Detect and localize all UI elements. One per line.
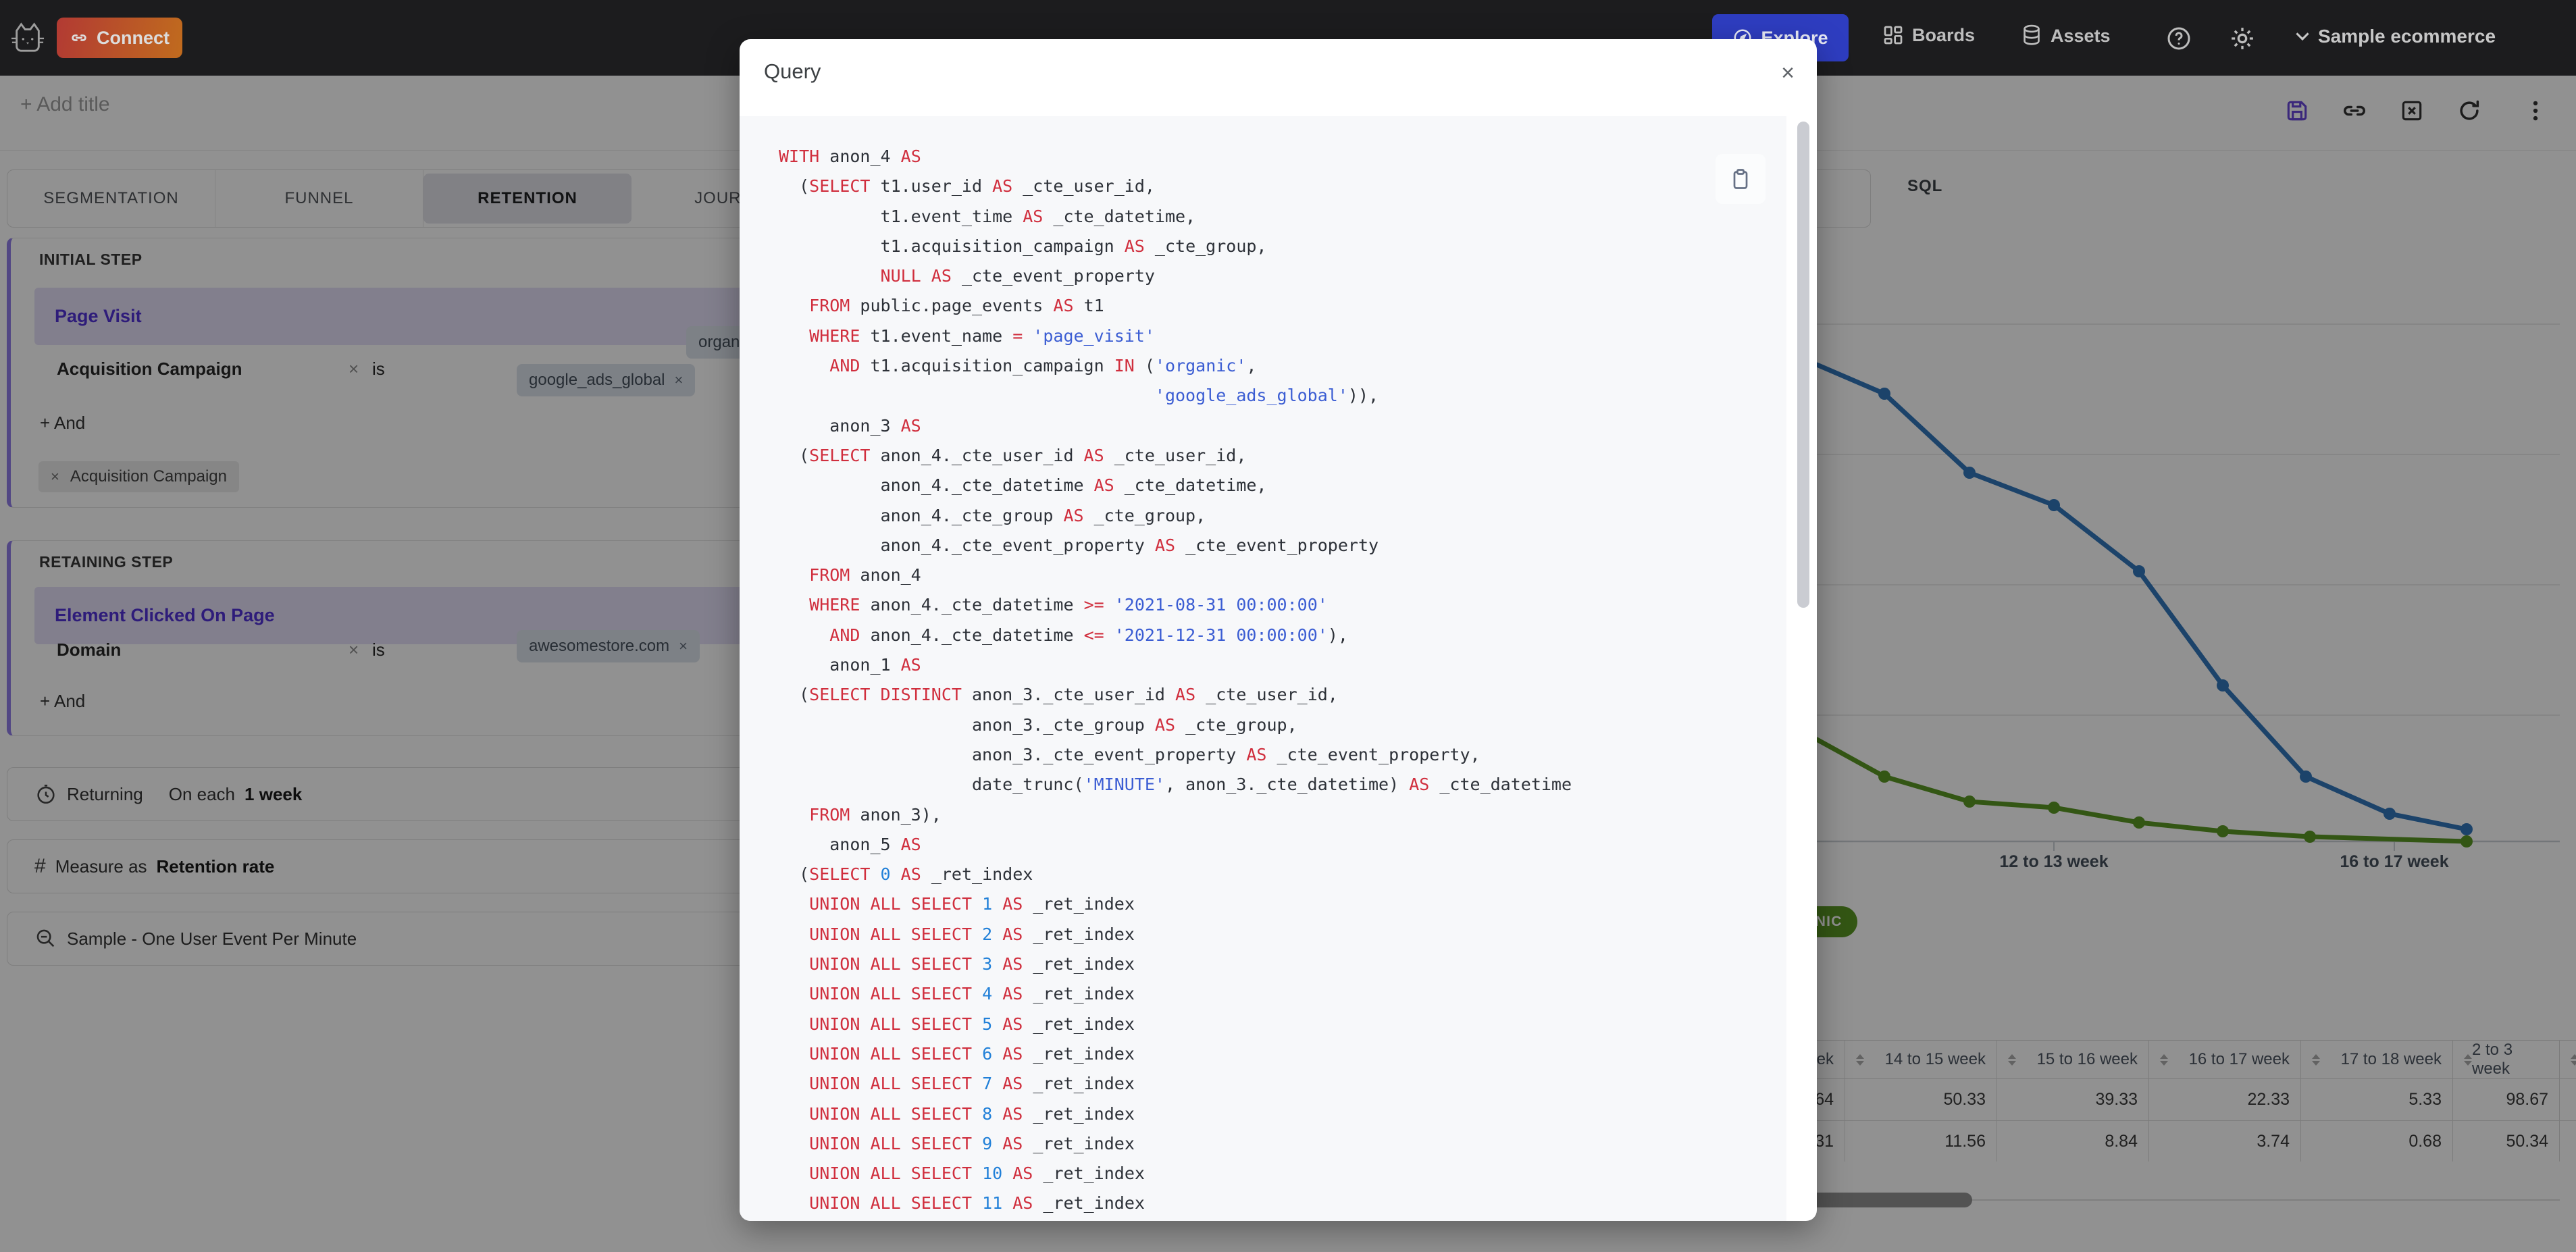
assets-label: Assets — [2051, 25, 2111, 46]
query-modal: Query × WITH anon_4 AS (SELECT t1.user_i… — [740, 39, 1817, 1221]
workspace-label: Sample ecommerce — [2318, 26, 2496, 47]
modal-scrollbar-thumb[interactable] — [1797, 122, 1809, 608]
app-root: Connect Explore Boards Assets Sample eco… — [0, 0, 2576, 1252]
sql-text: WITH anon_4 AS (SELECT t1.user_id AS _ct… — [779, 147, 1572, 1214]
sql-code-block: WITH anon_4 AS (SELECT t1.user_id AS _ct… — [740, 116, 1786, 1221]
gear-icon[interactable] — [2229, 25, 2256, 52]
database-icon — [2021, 24, 2042, 47]
modal-title: Query — [764, 59, 821, 83]
workspace-selector[interactable]: Sample ecommerce — [2295, 26, 2496, 47]
link-icon — [70, 28, 88, 47]
boards-label: Boards — [1912, 24, 1976, 45]
connect-label: Connect — [97, 27, 170, 48]
chevron-down-icon — [2295, 32, 2310, 41]
nav-assets[interactable]: Assets — [2021, 24, 2111, 47]
help-icon[interactable] — [2165, 25, 2192, 52]
mitzu-cat-logo-icon[interactable] — [11, 20, 45, 55]
boards-grid-icon — [1882, 24, 1904, 46]
clipboard-copy-icon — [1733, 169, 1748, 189]
close-icon[interactable]: × — [1772, 57, 1804, 89]
copy-button[interactable] — [1716, 154, 1766, 204]
connect-button[interactable]: Connect — [57, 18, 182, 58]
nav-boards[interactable]: Boards — [1882, 24, 1975, 46]
